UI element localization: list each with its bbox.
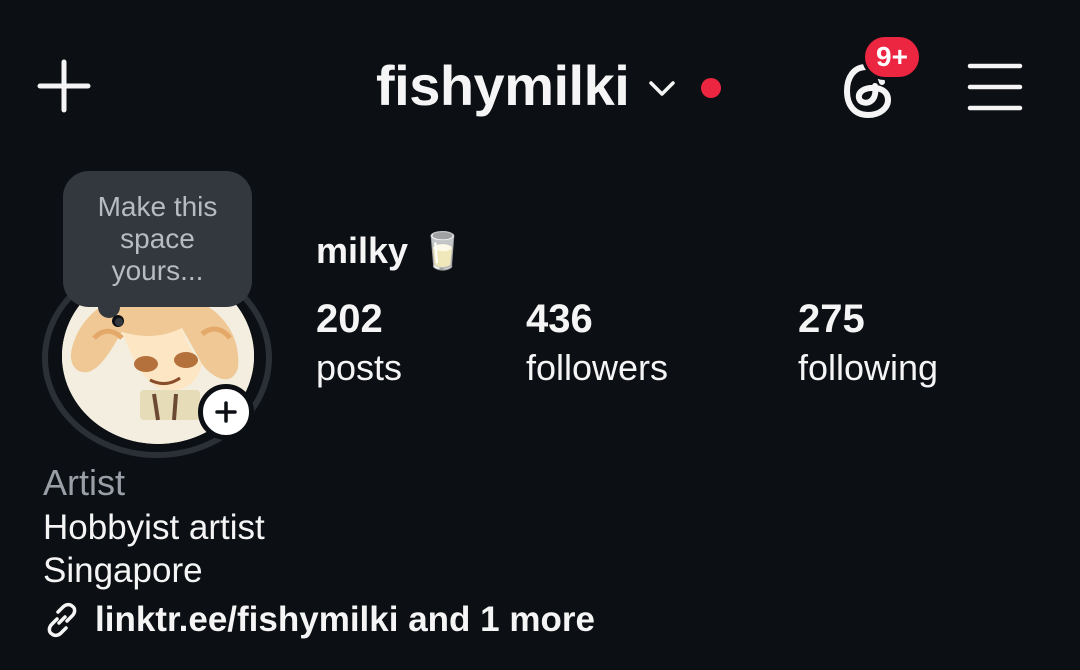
bio-link[interactable]: linktr.ee/fishymilki and 1 more xyxy=(43,600,595,640)
following-count[interactable]: 275 following xyxy=(798,296,938,394)
milk-glass-emoji: 🥛 xyxy=(420,230,465,271)
following-number: 275 xyxy=(798,297,865,341)
account-switcher[interactable]: fishymilki xyxy=(376,52,722,120)
posts-count[interactable]: 202 posts xyxy=(316,296,402,394)
note-bubble[interactable]: Make this space yours... xyxy=(63,171,252,307)
plus-icon xyxy=(215,401,237,423)
followers-number: 436 xyxy=(526,297,593,341)
bio-line: Hobbyist artist xyxy=(43,508,265,547)
posts-label: posts xyxy=(316,347,403,388)
link-icon xyxy=(47,602,77,638)
profile-category: Artist xyxy=(43,462,126,503)
posts-number: 202 xyxy=(316,297,383,341)
followers-label: followers xyxy=(526,347,669,388)
bio-line: Singapore xyxy=(43,551,203,590)
following-label: following xyxy=(798,347,939,388)
new-activity-dot xyxy=(701,78,722,98)
plus-icon xyxy=(37,59,91,113)
hamburger-menu-icon xyxy=(967,63,1023,111)
chevron-down-icon xyxy=(649,81,676,96)
bio-link-text: linktr.ee/fishymilki and 1 more xyxy=(95,600,595,639)
add-story-button[interactable] xyxy=(198,384,254,440)
username-title: fishymilki xyxy=(376,54,630,117)
display-name: milky 🥛 xyxy=(316,230,465,272)
notification-badge: 9+ xyxy=(862,34,922,80)
display-name-text: milky xyxy=(316,230,409,271)
followers-count[interactable]: 436 followers xyxy=(526,296,668,394)
create-button[interactable] xyxy=(30,52,98,120)
menu-button[interactable] xyxy=(962,54,1028,120)
note-bubble-tail-dot xyxy=(115,318,123,326)
